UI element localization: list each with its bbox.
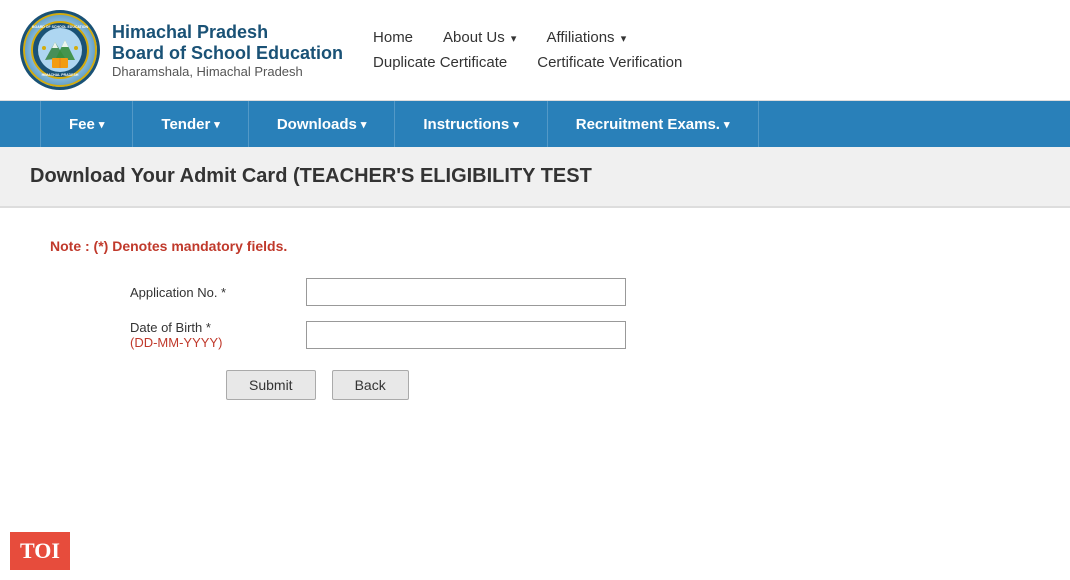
org-line1: Himachal Pradesh (112, 22, 343, 43)
dob-input[interactable] (306, 321, 626, 349)
main-content: Note : (*) Denotes mandatory fields. App… (0, 208, 1070, 430)
app-no-row: Application No. * (130, 278, 1020, 306)
header: BOARD OF SCHOOL EDUCATION HIMACHAL PRADE… (0, 0, 1070, 101)
nav-duplicate-cert[interactable]: Duplicate Certificate (373, 54, 507, 71)
recruitment-arrow: ▾ (724, 118, 730, 131)
nav-row-1: Home About Us ▾ Affiliations ▾ (373, 29, 1050, 46)
mandatory-note: Note : (*) Denotes mandatory fields. (50, 238, 1020, 254)
affiliations-arrow: ▾ (621, 33, 627, 45)
org-name: Himachal Pradesh Board of School Educati… (112, 22, 343, 79)
downloads-arrow: ▾ (361, 118, 367, 131)
logo-inner: BOARD OF SCHOOL EDUCATION HIMACHAL PRADE… (23, 13, 97, 87)
page-title: Download Your Admit Card (TEACHER'S ELIG… (30, 165, 1040, 188)
tender-arrow: ▾ (214, 118, 220, 131)
page-title-bar: Download Your Admit Card (TEACHER'S ELIG… (0, 147, 1070, 208)
org-line2: Board of School Education (112, 43, 343, 64)
svg-text:HIMACHAL PRADESH: HIMACHAL PRADESH (42, 73, 79, 77)
nav-affiliations[interactable]: Affiliations ▾ (546, 29, 626, 46)
nav-instructions[interactable]: Instructions ▾ (395, 101, 547, 147)
back-button[interactable]: Back (332, 370, 409, 400)
instructions-arrow: ▾ (513, 118, 519, 131)
nav-downloads[interactable]: Downloads ▾ (249, 101, 396, 147)
app-no-label: Application No. * (130, 285, 290, 300)
nav-row-2: Duplicate Certificate Certificate Verifi… (373, 54, 1050, 71)
logo-area: BOARD OF SCHOOL EDUCATION HIMACHAL PRADE… (20, 10, 343, 90)
about-us-arrow: ▾ (511, 33, 517, 45)
app-no-input[interactable] (306, 278, 626, 306)
dob-format: (DD-MM-YYYY) (130, 335, 290, 350)
nav-home[interactable]: Home (373, 29, 413, 46)
dob-row: Date of Birth * (DD-MM-YYYY) (130, 320, 1020, 350)
nav-cert-verification[interactable]: Certificate Verification (537, 54, 682, 71)
toi-badge: TOI (10, 532, 70, 570)
nav-recruitment[interactable]: Recruitment Exams. ▾ (548, 101, 759, 147)
top-navigation: Home About Us ▾ Affiliations ▾ Duplicate… (343, 29, 1050, 71)
dob-label: Date of Birth * (DD-MM-YYYY) (130, 320, 290, 350)
org-line3: Dharamshala, Himachal Pradesh (112, 64, 343, 79)
nav-fee[interactable]: Fee ▾ (40, 101, 133, 147)
blue-navbar: Fee ▾ Tender ▾ Downloads ▾ Instructions … (0, 101, 1070, 147)
fee-arrow: ▾ (99, 118, 105, 131)
org-logo: BOARD OF SCHOOL EDUCATION HIMACHAL PRADE… (20, 10, 100, 90)
button-row: Submit Back (226, 370, 1020, 400)
nav-tender[interactable]: Tender ▾ (133, 101, 248, 147)
submit-button[interactable]: Submit (226, 370, 316, 400)
nav-about-us[interactable]: About Us ▾ (443, 29, 516, 46)
svg-text:BOARD OF SCHOOL EDUCATION: BOARD OF SCHOOL EDUCATION (32, 25, 89, 29)
form-area: Application No. * Date of Birth * (DD-MM… (130, 278, 1020, 350)
